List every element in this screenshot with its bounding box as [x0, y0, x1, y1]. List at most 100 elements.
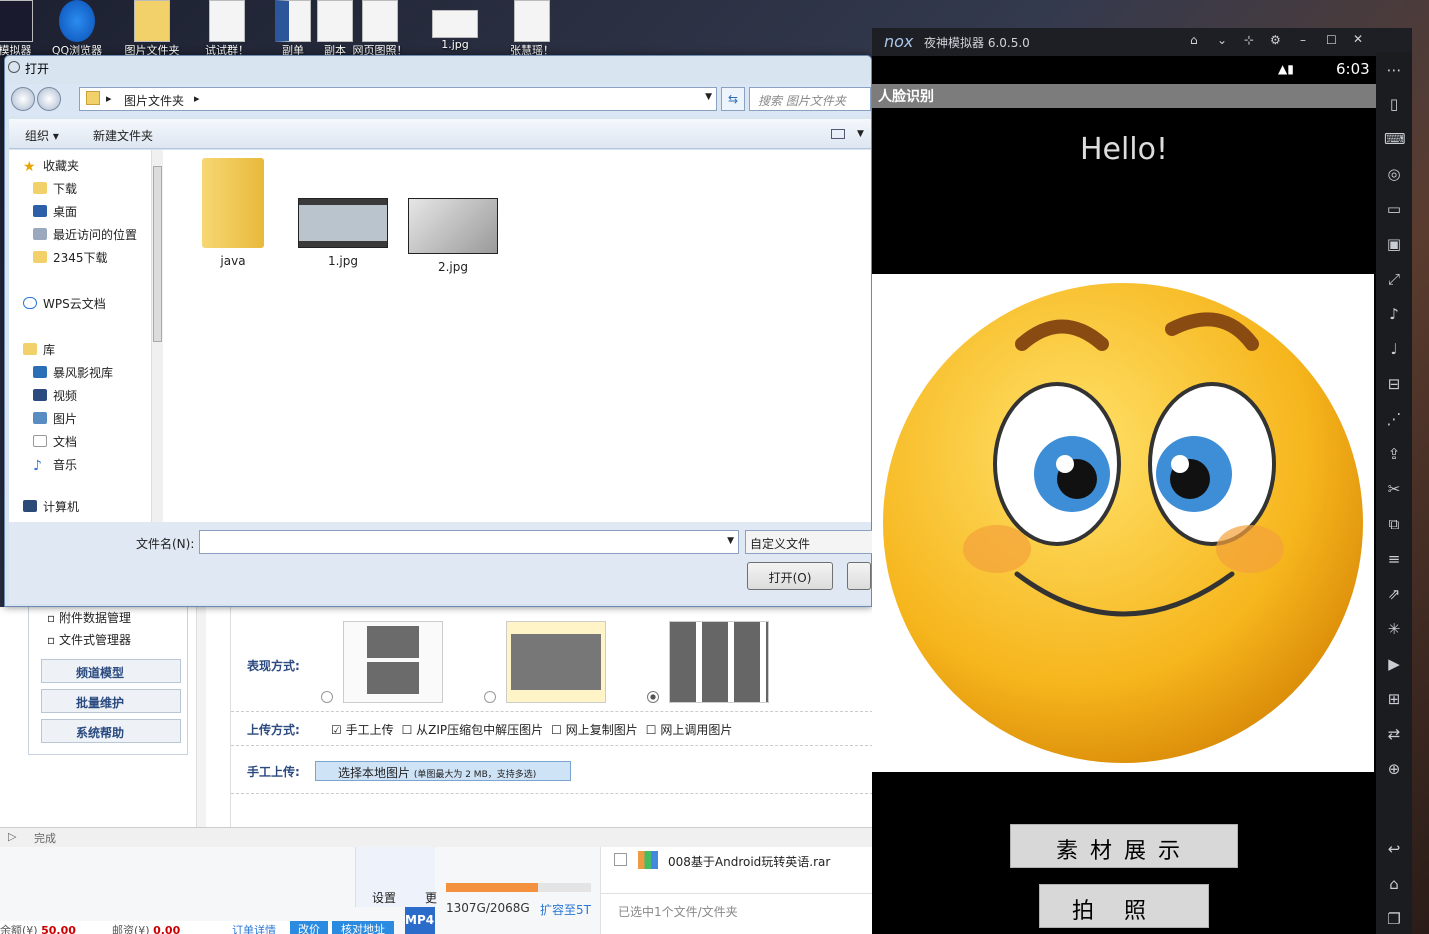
keyboard-icon[interactable]: ⌨	[1384, 129, 1406, 149]
take-photo-button[interactable]: 拍照	[1039, 884, 1209, 928]
nox-logo: nox	[884, 32, 914, 51]
maximize-icon[interactable]: ☐	[1326, 33, 1337, 47]
more-icon[interactable]: ⋯	[1384, 60, 1404, 80]
choose-local-image-button[interactable]: 选择本地图片 (单图最大为 2 MB，支持多选)	[315, 761, 571, 781]
loading-icon[interactable]: ✳	[1384, 619, 1404, 639]
checkbox-copy[interactable]: ☐ 网上复制图片	[551, 721, 638, 738]
nav-favorites[interactable]: ★ 收藏夹	[23, 154, 163, 176]
checkbox-zip[interactable]: ☐ 从ZIP压缩包中解压图片	[402, 721, 544, 738]
home-icon[interactable]: ⌂	[1384, 874, 1404, 894]
volume-down-icon[interactable]: ♩	[1384, 339, 1404, 359]
checkbox-manual[interactable]: ☑ 手工上传	[331, 721, 394, 738]
chevron-down-icon[interactable]: ▼	[705, 92, 712, 102]
nox-emulator-window: nox 夜神模拟器 6.0.5.0 ⌂ ⌄ ⊹ ⚙ – ☐ ✕ ▲▮ 6:03 …	[872, 28, 1412, 934]
file-item-2jpg[interactable]: 2.jpg	[403, 158, 503, 274]
gamepad-icon[interactable]: ⊞	[1384, 689, 1404, 709]
menu-icon[interactable]: ≡	[1384, 549, 1404, 569]
balance-label: 余额(¥) 50.00	[0, 924, 76, 934]
check-address-button[interactable]: 核对地址	[332, 921, 394, 934]
macro-icon[interactable]: ⋰	[1384, 409, 1404, 429]
apk-install-icon[interactable]: ⇪	[1384, 444, 1404, 464]
system-help-button[interactable]: 系统帮助	[41, 719, 181, 743]
file-item-java[interactable]: java	[183, 158, 283, 268]
view-icon[interactable]	[831, 129, 845, 139]
desktop-icon-doc1[interactable]: 试试群！	[192, 0, 262, 57]
open-file-dialog: 打开 ▸ 图片文件夹 ▸ ▼ ⇆ 搜索 图片文件夹 组织 ▾ 新建文件夹 ▼ ★…	[4, 55, 875, 607]
desktop-icon-jpg[interactable]: 1.jpg	[420, 0, 490, 56]
file-checkbox[interactable]	[614, 853, 627, 866]
tree-item-attachment[interactable]: ▫ 附件数据管理	[47, 609, 131, 626]
video-record-icon[interactable]: ▶	[1384, 654, 1404, 674]
view-dropdown-icon[interactable]: ▼	[857, 129, 864, 139]
screen-icon[interactable]: ▭	[1384, 199, 1404, 219]
folder-icon	[33, 251, 47, 263]
scissors-icon[interactable]: ✂	[1384, 479, 1404, 499]
nav-wps[interactable]: WPS云文档	[23, 292, 163, 314]
screenshot-icon[interactable]: ▣	[1384, 234, 1404, 254]
video-icon	[33, 389, 47, 401]
file-item-1jpg[interactable]: 1.jpg	[293, 158, 393, 268]
rar-icon	[638, 851, 658, 869]
checkbox-remote[interactable]: ☐ 网上调用图片	[646, 721, 733, 738]
back-button[interactable]	[11, 87, 35, 111]
tree-item-file-manager[interactable]: ▫ 文件式管理器	[47, 631, 131, 648]
search-input[interactable]: 搜索 图片文件夹	[749, 87, 871, 111]
breadcrumb[interactable]: 图片文件夹	[124, 92, 184, 109]
change-price-button[interactable]: 改价	[290, 921, 328, 934]
chevron-down-icon[interactable]: ⌄	[1217, 33, 1227, 47]
file-name[interactable]: 008基于Android玩转英语.rar	[668, 853, 830, 870]
smiley-face-icon	[883, 283, 1363, 763]
desktop-icon-image-folder[interactable]: 图片文件夹	[117, 0, 187, 57]
sync-icon[interactable]: ⇄	[1384, 724, 1404, 744]
desktop-icon-doc4[interactable]: 张慧瑶！	[497, 0, 567, 57]
nav-library[interactable]: 库	[23, 338, 163, 360]
display-radio-1[interactable]	[321, 691, 333, 703]
expand-link[interactable]: 扩容至5T	[540, 901, 591, 918]
desktop-icon-qq-browser[interactable]: QQ浏览器	[42, 0, 112, 57]
address-bar[interactable]: ▸ 图片文件夹 ▸ ▼	[79, 87, 717, 111]
filetype-select[interactable]: 自定义文件	[745, 530, 875, 554]
material-display-button[interactable]: 素材展示	[1010, 824, 1238, 868]
batch-maintain-button[interactable]: 批量维护	[41, 689, 181, 713]
cloud-icon	[23, 297, 37, 309]
chevron-down-icon: ▼	[727, 536, 734, 546]
display-option-1[interactable]	[343, 621, 443, 703]
toolbox-icon[interactable]: ⊟	[1384, 374, 1404, 394]
display-option-3[interactable]	[669, 621, 769, 703]
channel-model-button[interactable]: 频道模型	[41, 659, 181, 683]
display-option-2[interactable]	[506, 621, 606, 703]
new-folder-button[interactable]: 新建文件夹	[93, 127, 153, 144]
nav-scrollbar[interactable]	[151, 150, 163, 522]
settings-link[interactable]: 设置	[372, 889, 396, 906]
pin-icon[interactable]: ⊹	[1244, 33, 1254, 47]
document-icon	[33, 435, 47, 447]
back-icon[interactable]: ↩	[1384, 839, 1404, 859]
more-link[interactable]: 更	[425, 889, 437, 906]
add-icon[interactable]: ⊕	[1384, 759, 1404, 779]
order-detail-link[interactable]: 订单详情	[232, 922, 276, 934]
share-icon[interactable]: ⇗	[1384, 584, 1404, 604]
refresh-icon[interactable]: ⇆	[721, 87, 745, 111]
open-button[interactable]: 打开(O)	[747, 562, 833, 590]
display-radio-2[interactable]	[484, 691, 496, 703]
recent-apps-icon[interactable]: ❐	[1384, 909, 1404, 929]
nav-computer[interactable]: 计算机	[23, 499, 163, 513]
fullscreen-icon[interactable]: ⤢	[1384, 269, 1404, 289]
multi-instance-icon[interactable]: ⧉	[1384, 514, 1404, 534]
library-icon	[23, 343, 37, 355]
gear-icon[interactable]: ⚙	[1270, 33, 1281, 47]
display-radio-3[interactable]	[647, 691, 659, 703]
breadcrumb-arrow-icon: ▸	[106, 92, 112, 105]
home-icon[interactable]: ⌂	[1190, 33, 1198, 47]
close-icon[interactable]: ✕	[1353, 32, 1363, 46]
filename-input[interactable]: ▼	[199, 530, 739, 554]
cancel-button[interactable]	[847, 562, 871, 590]
scrollbar[interactable]	[196, 607, 206, 827]
shake-icon[interactable]: ▯	[1384, 94, 1404, 114]
organize-button[interactable]: 组织 ▾	[25, 127, 59, 144]
desktop-icon-doc3[interactable]: 网页图照！	[345, 0, 415, 57]
forward-button[interactable]	[37, 87, 61, 111]
volume-up-icon[interactable]: ♪	[1384, 304, 1404, 324]
minimize-icon[interactable]: –	[1300, 33, 1306, 47]
location-icon[interactable]: ◎	[1384, 164, 1404, 184]
